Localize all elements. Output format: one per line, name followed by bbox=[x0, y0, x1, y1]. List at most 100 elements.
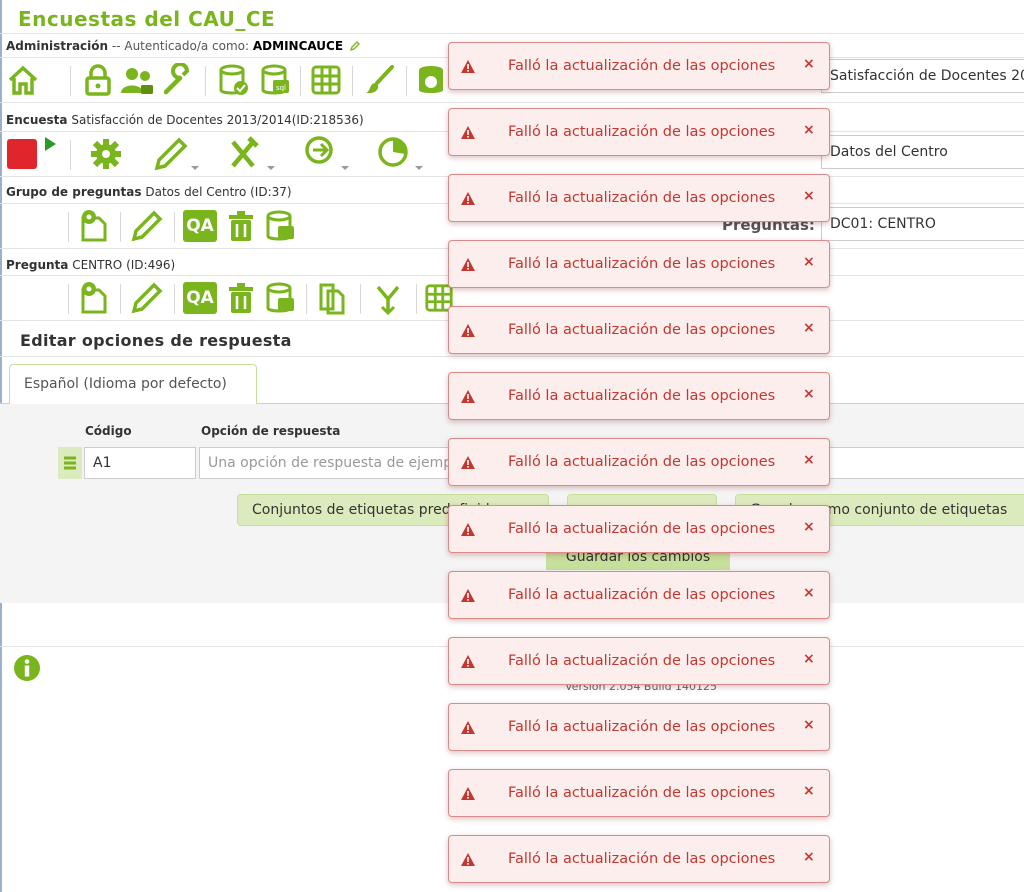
database-export-icon[interactable]: sql bbox=[256, 58, 296, 102]
add-question-icon[interactable] bbox=[74, 276, 114, 320]
close-icon[interactable]: × bbox=[803, 651, 815, 667]
stop-icon[interactable] bbox=[6, 138, 38, 170]
alert-message: Falló la actualización de las opciones bbox=[508, 454, 776, 470]
alert-message: Falló la actualización de las opciones bbox=[508, 719, 776, 735]
close-icon[interactable]: × bbox=[803, 254, 815, 270]
info-icon[interactable] bbox=[13, 654, 41, 686]
pencil-icon[interactable] bbox=[126, 204, 166, 248]
svg-text:sql: sql bbox=[276, 84, 286, 92]
survey-toolbar bbox=[0, 132, 450, 176]
close-icon[interactable]: × bbox=[803, 320, 815, 336]
pencil-icon[interactable] bbox=[126, 276, 166, 320]
question-label: Pregunta bbox=[6, 258, 69, 272]
alert-message: Falló la actualización de las opciones bbox=[508, 322, 776, 338]
pencil-icon[interactable] bbox=[150, 132, 202, 176]
question-toolbar: QA bbox=[0, 276, 453, 320]
error-alert: Falló la actualización de las opciones × bbox=[448, 108, 830, 156]
admin-label: Administración bbox=[6, 39, 109, 53]
drag-handle-icon[interactable] bbox=[58, 447, 82, 479]
auth-user[interactable]: ADMINCAUCE bbox=[253, 39, 343, 53]
error-alert: Falló la actualización de las opciones × bbox=[448, 637, 830, 685]
warning-icon bbox=[461, 390, 475, 407]
toolbar-separator bbox=[70, 140, 71, 170]
question-select[interactable]: DC01: CENTRO bbox=[821, 207, 1024, 241]
alert-message: Falló la actualización de las opciones bbox=[508, 58, 776, 74]
trash-icon[interactable] bbox=[222, 204, 260, 248]
alert-message: Falló la actualización de las opciones bbox=[508, 388, 776, 404]
warning-icon bbox=[461, 721, 475, 738]
add-question-icon[interactable] bbox=[74, 204, 114, 248]
alert-message: Falló la actualización de las opciones bbox=[508, 124, 776, 140]
error-alert: Falló la actualización de las opciones × bbox=[448, 372, 830, 420]
tools-icon[interactable] bbox=[226, 132, 278, 176]
survey-select-value: Satisfacción de Docentes 2013/2014 bbox=[830, 68, 1024, 84]
close-icon[interactable]: × bbox=[803, 717, 815, 733]
close-icon[interactable]: × bbox=[803, 519, 815, 535]
survey-value: Satisfacción de Docentes 2013/2014(ID:21… bbox=[71, 113, 364, 127]
warning-icon bbox=[461, 456, 475, 473]
toolbar-separator bbox=[174, 212, 175, 242]
survey-select[interactable]: Satisfacción de Docentes 2013/2014 bbox=[821, 59, 1024, 93]
group-select[interactable]: Datos del Centro bbox=[821, 135, 1024, 169]
close-icon[interactable]: × bbox=[803, 452, 815, 468]
page-title: Editar opciones de respuesta bbox=[20, 331, 292, 350]
alert-message: Falló la actualización de las opciones bbox=[508, 256, 776, 272]
close-icon[interactable]: × bbox=[803, 56, 815, 72]
alert-message: Falló la actualización de las opciones bbox=[508, 851, 776, 867]
group-select-value: Datos del Centro bbox=[830, 144, 948, 160]
users-icon[interactable] bbox=[118, 58, 158, 102]
grid-icon[interactable] bbox=[306, 58, 346, 102]
survey-export-icon[interactable] bbox=[300, 132, 352, 176]
error-alert: Falló la actualización de las opciones × bbox=[448, 703, 830, 751]
toolbar-separator bbox=[120, 212, 121, 242]
warning-icon bbox=[461, 787, 475, 804]
database-check-icon[interactable] bbox=[214, 58, 254, 102]
toolbar-separator bbox=[306, 284, 307, 314]
code-field[interactable]: A1 bbox=[84, 447, 196, 479]
toolbar-separator bbox=[68, 212, 69, 242]
error-alert: Falló la actualización de las opciones × bbox=[448, 571, 830, 619]
qa-icon[interactable]: QA bbox=[180, 204, 220, 248]
close-icon[interactable]: × bbox=[803, 585, 815, 601]
alert-message: Falló la actualización de las opciones bbox=[508, 653, 776, 669]
error-alert: Falló la actualización de las opciones × bbox=[448, 505, 830, 553]
warning-icon bbox=[461, 523, 475, 540]
close-icon[interactable]: × bbox=[803, 122, 815, 138]
database-export-icon[interactable] bbox=[262, 204, 300, 248]
database-sync-icon[interactable] bbox=[414, 58, 448, 102]
tab-default-language[interactable]: Español (Idioma por defecto) bbox=[9, 364, 257, 404]
gear-icon[interactable] bbox=[86, 132, 126, 176]
copy-icon[interactable] bbox=[312, 276, 352, 320]
group-toolbar: QA bbox=[0, 204, 450, 248]
edit-profile-icon[interactable] bbox=[349, 40, 360, 54]
app-title: Encuestas del CAU_CE bbox=[18, 7, 276, 31]
alert-message: Falló la actualización de las opciones bbox=[508, 521, 776, 537]
auth-text: -- Autenticado/a como: bbox=[111, 39, 250, 53]
conditions-icon[interactable] bbox=[368, 276, 408, 320]
warning-icon bbox=[461, 324, 475, 341]
qa-icon[interactable]: QA bbox=[180, 276, 220, 320]
warning-icon bbox=[461, 258, 475, 275]
divider bbox=[0, 356, 1024, 357]
close-icon[interactable]: × bbox=[803, 386, 815, 402]
error-alert: Falló la actualización de las opciones × bbox=[448, 769, 830, 817]
lock-icon[interactable] bbox=[80, 58, 116, 102]
admin-toolbar: sql bbox=[0, 58, 450, 102]
brush-icon[interactable] bbox=[360, 58, 400, 102]
column-header-option: Opción de respuesta bbox=[201, 424, 341, 438]
warning-icon bbox=[461, 655, 475, 672]
wrench-icon[interactable] bbox=[158, 58, 198, 102]
play-icon[interactable] bbox=[42, 134, 58, 154]
toolbar-separator bbox=[416, 284, 417, 314]
home-icon[interactable] bbox=[5, 58, 41, 102]
trash-icon[interactable] bbox=[222, 276, 260, 320]
close-icon[interactable]: × bbox=[803, 188, 815, 204]
close-icon[interactable]: × bbox=[803, 849, 815, 865]
error-alert: Falló la actualización de las opciones × bbox=[448, 835, 830, 883]
error-alert: Falló la actualización de las opciones × bbox=[448, 438, 830, 486]
chart-icon[interactable] bbox=[374, 132, 426, 176]
database-export-icon[interactable] bbox=[262, 276, 300, 320]
close-icon[interactable]: × bbox=[803, 783, 815, 799]
warning-icon bbox=[461, 126, 475, 143]
toolbar-separator bbox=[205, 66, 206, 96]
